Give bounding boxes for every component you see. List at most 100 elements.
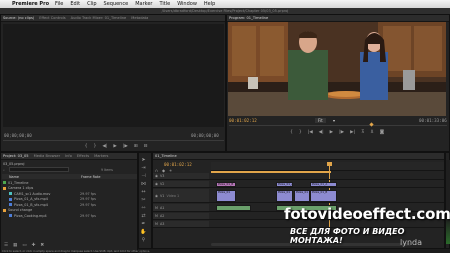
label-swatch	[3, 186, 6, 190]
project-row-rate: 29.97 fps	[80, 191, 96, 196]
mute-icon[interactable]: M	[155, 206, 158, 210]
watermark-site: fotovideoeffect.com	[284, 205, 450, 223]
timeline-clip[interactable]: Pizza_01_A	[310, 182, 337, 187]
rolling-edit-tool-icon[interactable]: ⋈	[140, 181, 147, 188]
eye-icon[interactable]: ◉	[155, 182, 158, 186]
extract-icon[interactable]: ⊻	[370, 130, 373, 135]
menu-marker[interactable]: Marker	[135, 1, 152, 7]
source-timecode[interactable]: 00;00;00;00	[4, 133, 32, 138]
timeline-clip[interactable]: Pizza_01_B	[310, 190, 337, 202]
track-v1[interactable]: ◉ V1 Video 1 Pizza_01 Pizza_01 Pizza_01 Pi…	[153, 189, 444, 203]
project-row-rate: 29.97 fps	[80, 213, 96, 218]
razor-tool-icon[interactable]: ✂	[140, 197, 147, 204]
insert-icon[interactable]: ⊞	[134, 144, 138, 149]
track-v3[interactable]: ◉ V3	[153, 173, 444, 180]
menu-edit[interactable]: Edit	[70, 1, 80, 7]
source-time-ruler[interactable]	[3, 140, 224, 141]
app-menu[interactable]: Premiere Pro	[12, 1, 49, 7]
source-transport: { } ◀| ▶ |▶ ⊞ ⊟	[61, 143, 171, 150]
play-icon[interactable]: ▶	[330, 130, 333, 135]
go-to-out-icon[interactable]: ▶|	[350, 130, 355, 135]
lift-icon[interactable]: ⊼	[361, 130, 364, 135]
track-select-tool-icon[interactable]: ⇥	[140, 165, 147, 172]
go-to-in-icon[interactable]: |◀	[308, 130, 313, 135]
program-transport: { } |◀ ◀| ▶ |▶ ▶| ⊼ ⊻ ◙	[267, 128, 407, 136]
program-timecode[interactable]: 00:01:02:12	[229, 118, 257, 123]
tab-program[interactable]: Program: 01_Timeline	[229, 16, 268, 20]
tab-info[interactable]: Info	[65, 154, 72, 158]
rate-stretch-tool-icon[interactable]: ↔	[140, 189, 147, 196]
export-frame-icon[interactable]: ◙	[380, 130, 384, 135]
column-name-header[interactable]: Name	[9, 175, 81, 179]
program-time-ruler[interactable]	[229, 125, 447, 126]
eye-icon[interactable]: ◉	[155, 174, 158, 178]
tab-metadata[interactable]: Metadata	[131, 16, 148, 20]
project-row[interactable]: Pizza_01_B_sfx.mp4 29.97 fps	[3, 202, 136, 207]
playhead-icon[interactable]	[327, 162, 332, 166]
play-icon[interactable]: ▶	[113, 144, 116, 149]
project-row[interactable]: Sound change	[3, 208, 136, 213]
menu-help[interactable]: Help	[204, 1, 215, 7]
column-rate-header[interactable]: Frame Rate	[81, 175, 100, 179]
menu-sequence[interactable]: Sequence	[104, 1, 129, 7]
project-search-input[interactable]	[9, 167, 69, 172]
mark-in-icon[interactable]: {	[85, 144, 88, 149]
program-controls: 00:01:02:12 Fit ▾ 00:01:33:06 { } |◀ ◀| …	[227, 116, 449, 152]
zoom-select[interactable]: Fit	[315, 118, 326, 123]
tab-effects[interactable]: Effects	[77, 154, 89, 158]
project-row[interactable]: 01_Timeline	[3, 180, 136, 185]
track-label: A1	[159, 205, 165, 210]
menu-file[interactable]: File	[55, 1, 63, 7]
tab-timeline[interactable]: 01_Timeline	[155, 154, 177, 158]
step-back-icon[interactable]: ◀|	[102, 144, 107, 149]
mute-icon[interactable]: M	[155, 222, 158, 226]
step-back-icon[interactable]: ◀|	[319, 130, 324, 135]
slide-tool-icon[interactable]: ⇄	[140, 213, 147, 220]
audio-clip[interactable]	[216, 205, 251, 211]
project-row[interactable]: Pizza_01_A_sfx.mp4 29.97 fps	[3, 197, 136, 202]
slip-tool-icon[interactable]: ⇿	[140, 205, 147, 212]
track-header: ◉ V1 Video 1	[153, 189, 209, 202]
eye-icon[interactable]: ◉	[155, 194, 158, 198]
pen-tool-icon[interactable]: ✒	[140, 221, 147, 228]
menu-title[interactable]: Title	[159, 1, 170, 7]
timeline-clip[interactable]: Pizza_01	[294, 190, 310, 202]
menu-window[interactable]: Window	[177, 1, 197, 7]
project-row[interactable]: Pizza_Cooking.mp4 29.97 fps	[3, 213, 136, 218]
label-swatch	[3, 208, 6, 212]
label-swatch	[9, 203, 12, 207]
tab-project[interactable]: Project: 03_05	[3, 154, 29, 158]
overwrite-icon[interactable]: ⊟	[144, 144, 148, 149]
tab-effect-controls[interactable]: Effect Controls	[39, 16, 65, 20]
zoom-tool-icon[interactable]: ⚲	[140, 237, 147, 244]
program-video-frame[interactable]	[228, 22, 446, 116]
ripple-edit-tool-icon[interactable]: ⊣	[140, 173, 147, 180]
selection-tool-icon[interactable]: ➤	[140, 157, 147, 164]
timeline-clip[interactable]: Pizza_01	[216, 190, 236, 202]
timeline-clip[interactable]: Pizza_01_A	[276, 182, 293, 187]
zoom-chevron-icon[interactable]: ▾	[333, 118, 335, 123]
track-label: A3	[159, 222, 165, 226]
project-row[interactable]: CAM1_sc1 Audio.mov 29.97 fps	[3, 191, 136, 196]
menu-clip[interactable]: Clip	[87, 1, 96, 7]
timeline-clip[interactable]: Pizza_01	[276, 190, 293, 202]
mute-icon[interactable]: M	[155, 214, 158, 218]
tab-source[interactable]: Source: (no clips)	[3, 16, 34, 20]
search-icon[interactable]: ⌕	[3, 168, 5, 172]
timeline-clip[interactable]: Pizza_01_B	[216, 182, 236, 187]
mark-out-icon[interactable]: }	[299, 130, 302, 135]
timeline-timecode[interactable]: 00:01:02:12	[164, 162, 192, 167]
project-row[interactable]: Camera 1 clips	[3, 186, 136, 191]
source-viewer[interactable]	[3, 24, 224, 127]
mark-out-icon[interactable]: }	[94, 144, 97, 149]
track-v2[interactable]: ◉ V2 Pizza_01_B Pizza_01_A Pizza_01_A	[153, 181, 444, 188]
project-row-name: Sound change	[8, 208, 33, 213]
step-forward-icon[interactable]: |▶	[339, 130, 344, 135]
tab-markers[interactable]: Markers	[94, 154, 108, 158]
tab-media-browser[interactable]: Media Browser	[34, 154, 61, 158]
track-name: Video 1	[166, 193, 180, 198]
hand-tool-icon[interactable]: ✋	[140, 229, 147, 236]
tab-audio-mixer[interactable]: Audio Track Mixer: 01_Timeline	[71, 16, 127, 20]
mark-in-icon[interactable]: {	[290, 130, 293, 135]
step-forward-icon[interactable]: |▶	[123, 144, 128, 149]
